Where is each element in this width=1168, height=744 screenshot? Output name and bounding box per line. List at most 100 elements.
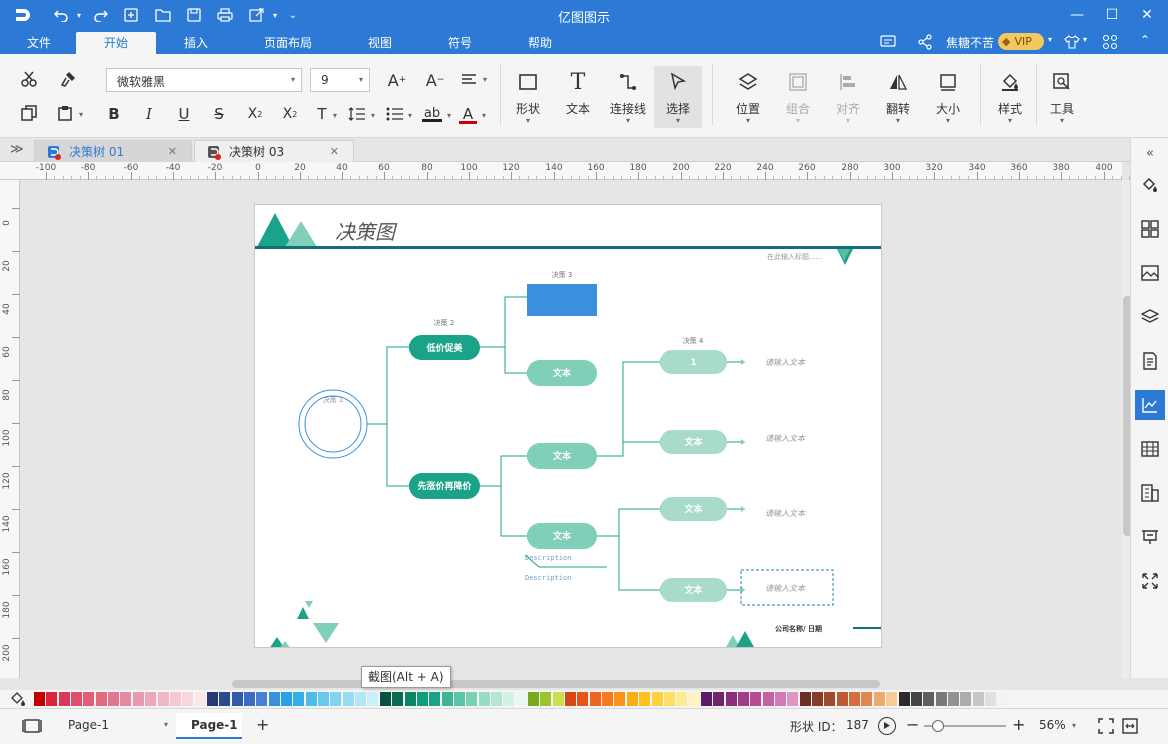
menu-tab-symbol[interactable]: 符号	[438, 32, 482, 54]
user-name[interactable]: 焦糖不苦	[946, 34, 994, 51]
paint-bucket-icon[interactable]	[996, 68, 1024, 96]
color-swatch[interactable]	[886, 692, 897, 706]
color-swatch[interactable]	[405, 692, 416, 706]
color-swatch[interactable]	[503, 692, 514, 706]
color-swatch[interactable]	[899, 692, 910, 706]
flip-icon[interactable]	[884, 68, 912, 96]
cut-icon[interactable]	[18, 68, 40, 90]
maximize-icon[interactable]: ☐	[1101, 4, 1123, 26]
hint-text-3[interactable]: 请输入文本	[765, 509, 806, 518]
color-swatch[interactable]	[466, 692, 477, 706]
horizontal-scrollbar-thumb[interactable]	[232, 680, 880, 688]
open-folder-icon[interactable]	[154, 6, 172, 24]
color-swatch[interactable]	[516, 692, 527, 706]
bullet-dropdown-icon[interactable]: ▾	[405, 110, 415, 120]
skin-dropdown-icon[interactable]: ▾	[1083, 35, 1087, 44]
align-icon[interactable]	[834, 68, 862, 96]
color-swatch[interactable]	[652, 692, 663, 706]
org-panel-icon[interactable]	[1137, 480, 1163, 506]
zoom-in-button[interactable]: +	[1012, 715, 1025, 734]
highlight-color-icon[interactable]: ab	[420, 102, 444, 126]
export-icon[interactable]	[248, 6, 266, 24]
play-icon[interactable]	[878, 717, 896, 735]
undo-dropdown-icon[interactable]: ▾	[70, 6, 88, 24]
layers-panel-icon[interactable]	[1137, 304, 1163, 330]
line-spacing-dropdown-icon[interactable]: ▾	[368, 110, 378, 120]
connector-icon[interactable]	[614, 68, 642, 96]
tools-icon[interactable]	[1048, 68, 1076, 96]
color-swatch[interactable]	[577, 692, 588, 706]
color-swatch[interactable]	[763, 692, 774, 706]
color-swatch[interactable]	[775, 692, 786, 706]
group-icon[interactable]	[784, 68, 812, 96]
align-dropdown-icon[interactable]: ▾	[480, 74, 490, 84]
color-swatch[interactable]	[973, 692, 984, 706]
grid-panel-icon[interactable]	[1137, 216, 1163, 242]
decision-2-label[interactable]: 决策 2	[434, 318, 455, 327]
paste-icon[interactable]	[54, 102, 76, 124]
zoom-slider[interactable]	[924, 720, 1006, 732]
color-swatch[interactable]	[590, 692, 601, 706]
font-size-select[interactable]: 9 ▾	[310, 68, 370, 92]
color-swatch[interactable]	[318, 692, 329, 706]
collapse-panel-icon[interactable]: «	[1137, 140, 1163, 166]
color-swatch[interactable]	[614, 692, 625, 706]
color-swatch[interactable]	[553, 692, 564, 706]
expand-library-icon[interactable]: ≫	[10, 142, 24, 157]
font-color-icon[interactable]: A	[456, 102, 480, 126]
document-panel-icon[interactable]	[1137, 348, 1163, 374]
color-swatch[interactable]	[837, 692, 848, 706]
text-case-icon[interactable]: T	[312, 102, 332, 126]
color-swatch[interactable]	[948, 692, 959, 706]
diagram-title[interactable]: 决策图	[335, 220, 398, 244]
color-swatch[interactable]	[71, 692, 82, 706]
align-text-icon[interactable]	[458, 68, 480, 92]
color-swatch[interactable]	[812, 692, 823, 706]
tab-doc-2[interactable]: 决策树 03 ✕	[194, 140, 354, 162]
color-swatch[interactable]	[627, 692, 638, 706]
color-swatch[interactable]	[256, 692, 267, 706]
color-swatch[interactable]	[306, 692, 317, 706]
color-swatch[interactable]	[787, 692, 798, 706]
color-swatch[interactable]	[219, 692, 230, 706]
decrease-font-icon[interactable]: A −	[424, 68, 446, 92]
color-swatch[interactable]	[355, 692, 366, 706]
decision-3-label[interactable]: 决策 3	[552, 270, 573, 279]
fill-bucket-icon[interactable]	[10, 691, 26, 707]
color-swatch[interactable]	[442, 692, 453, 706]
page-tab-1[interactable]: Page-1	[176, 713, 242, 739]
save-icon[interactable]	[185, 6, 203, 24]
shape-dropdown-icon[interactable]: ▾	[508, 116, 548, 125]
new-file-icon[interactable]	[122, 6, 140, 24]
strikethrough-icon[interactable]: S	[209, 102, 229, 126]
color-swatch[interactable]	[750, 692, 761, 706]
bold-icon[interactable]: B	[104, 102, 124, 126]
drawing-page[interactable]: 决策图 在此输入标题...... 决策 1 决策 2 低价促美 先涨价再降价 决…	[254, 204, 882, 648]
connector-dropdown-icon[interactable]: ▾	[604, 116, 652, 125]
color-swatch[interactable]	[133, 692, 144, 706]
apps-grid-icon[interactable]	[1102, 34, 1118, 50]
footer-company-date[interactable]: 公司名称/ 日期	[775, 624, 822, 633]
color-swatch[interactable]	[429, 692, 440, 706]
fit-panel-icon[interactable]	[1137, 568, 1163, 594]
color-swatch[interactable]	[158, 692, 169, 706]
color-swatch[interactable]	[726, 692, 737, 706]
share-icon[interactable]	[917, 34, 933, 50]
group-dropdown-icon[interactable]: ▾	[778, 116, 818, 125]
shape-icon[interactable]	[514, 68, 542, 96]
menu-tab-file[interactable]: 文件	[18, 32, 60, 54]
color-swatch[interactable]	[689, 692, 700, 706]
color-swatch[interactable]	[96, 692, 107, 706]
style-dropdown-icon[interactable]: ▾	[990, 116, 1030, 125]
page-selector[interactable]: Page-1 ▾	[58, 715, 170, 737]
customize-toolbar-icon[interactable]: ⌄	[284, 6, 302, 24]
color-swatch[interactable]	[874, 692, 885, 706]
zoom-slider-thumb[interactable]	[932, 720, 944, 732]
select-tool-button[interactable]: 选择 ▾	[654, 66, 702, 128]
color-swatch[interactable]	[34, 692, 45, 706]
color-swatch[interactable]	[281, 692, 292, 706]
tools-dropdown-icon[interactable]: ▾	[1042, 116, 1082, 125]
color-swatch[interactable]	[602, 692, 613, 706]
zoom-level[interactable]: 56%	[1039, 718, 1066, 732]
increase-font-icon[interactable]: A +	[386, 68, 408, 92]
